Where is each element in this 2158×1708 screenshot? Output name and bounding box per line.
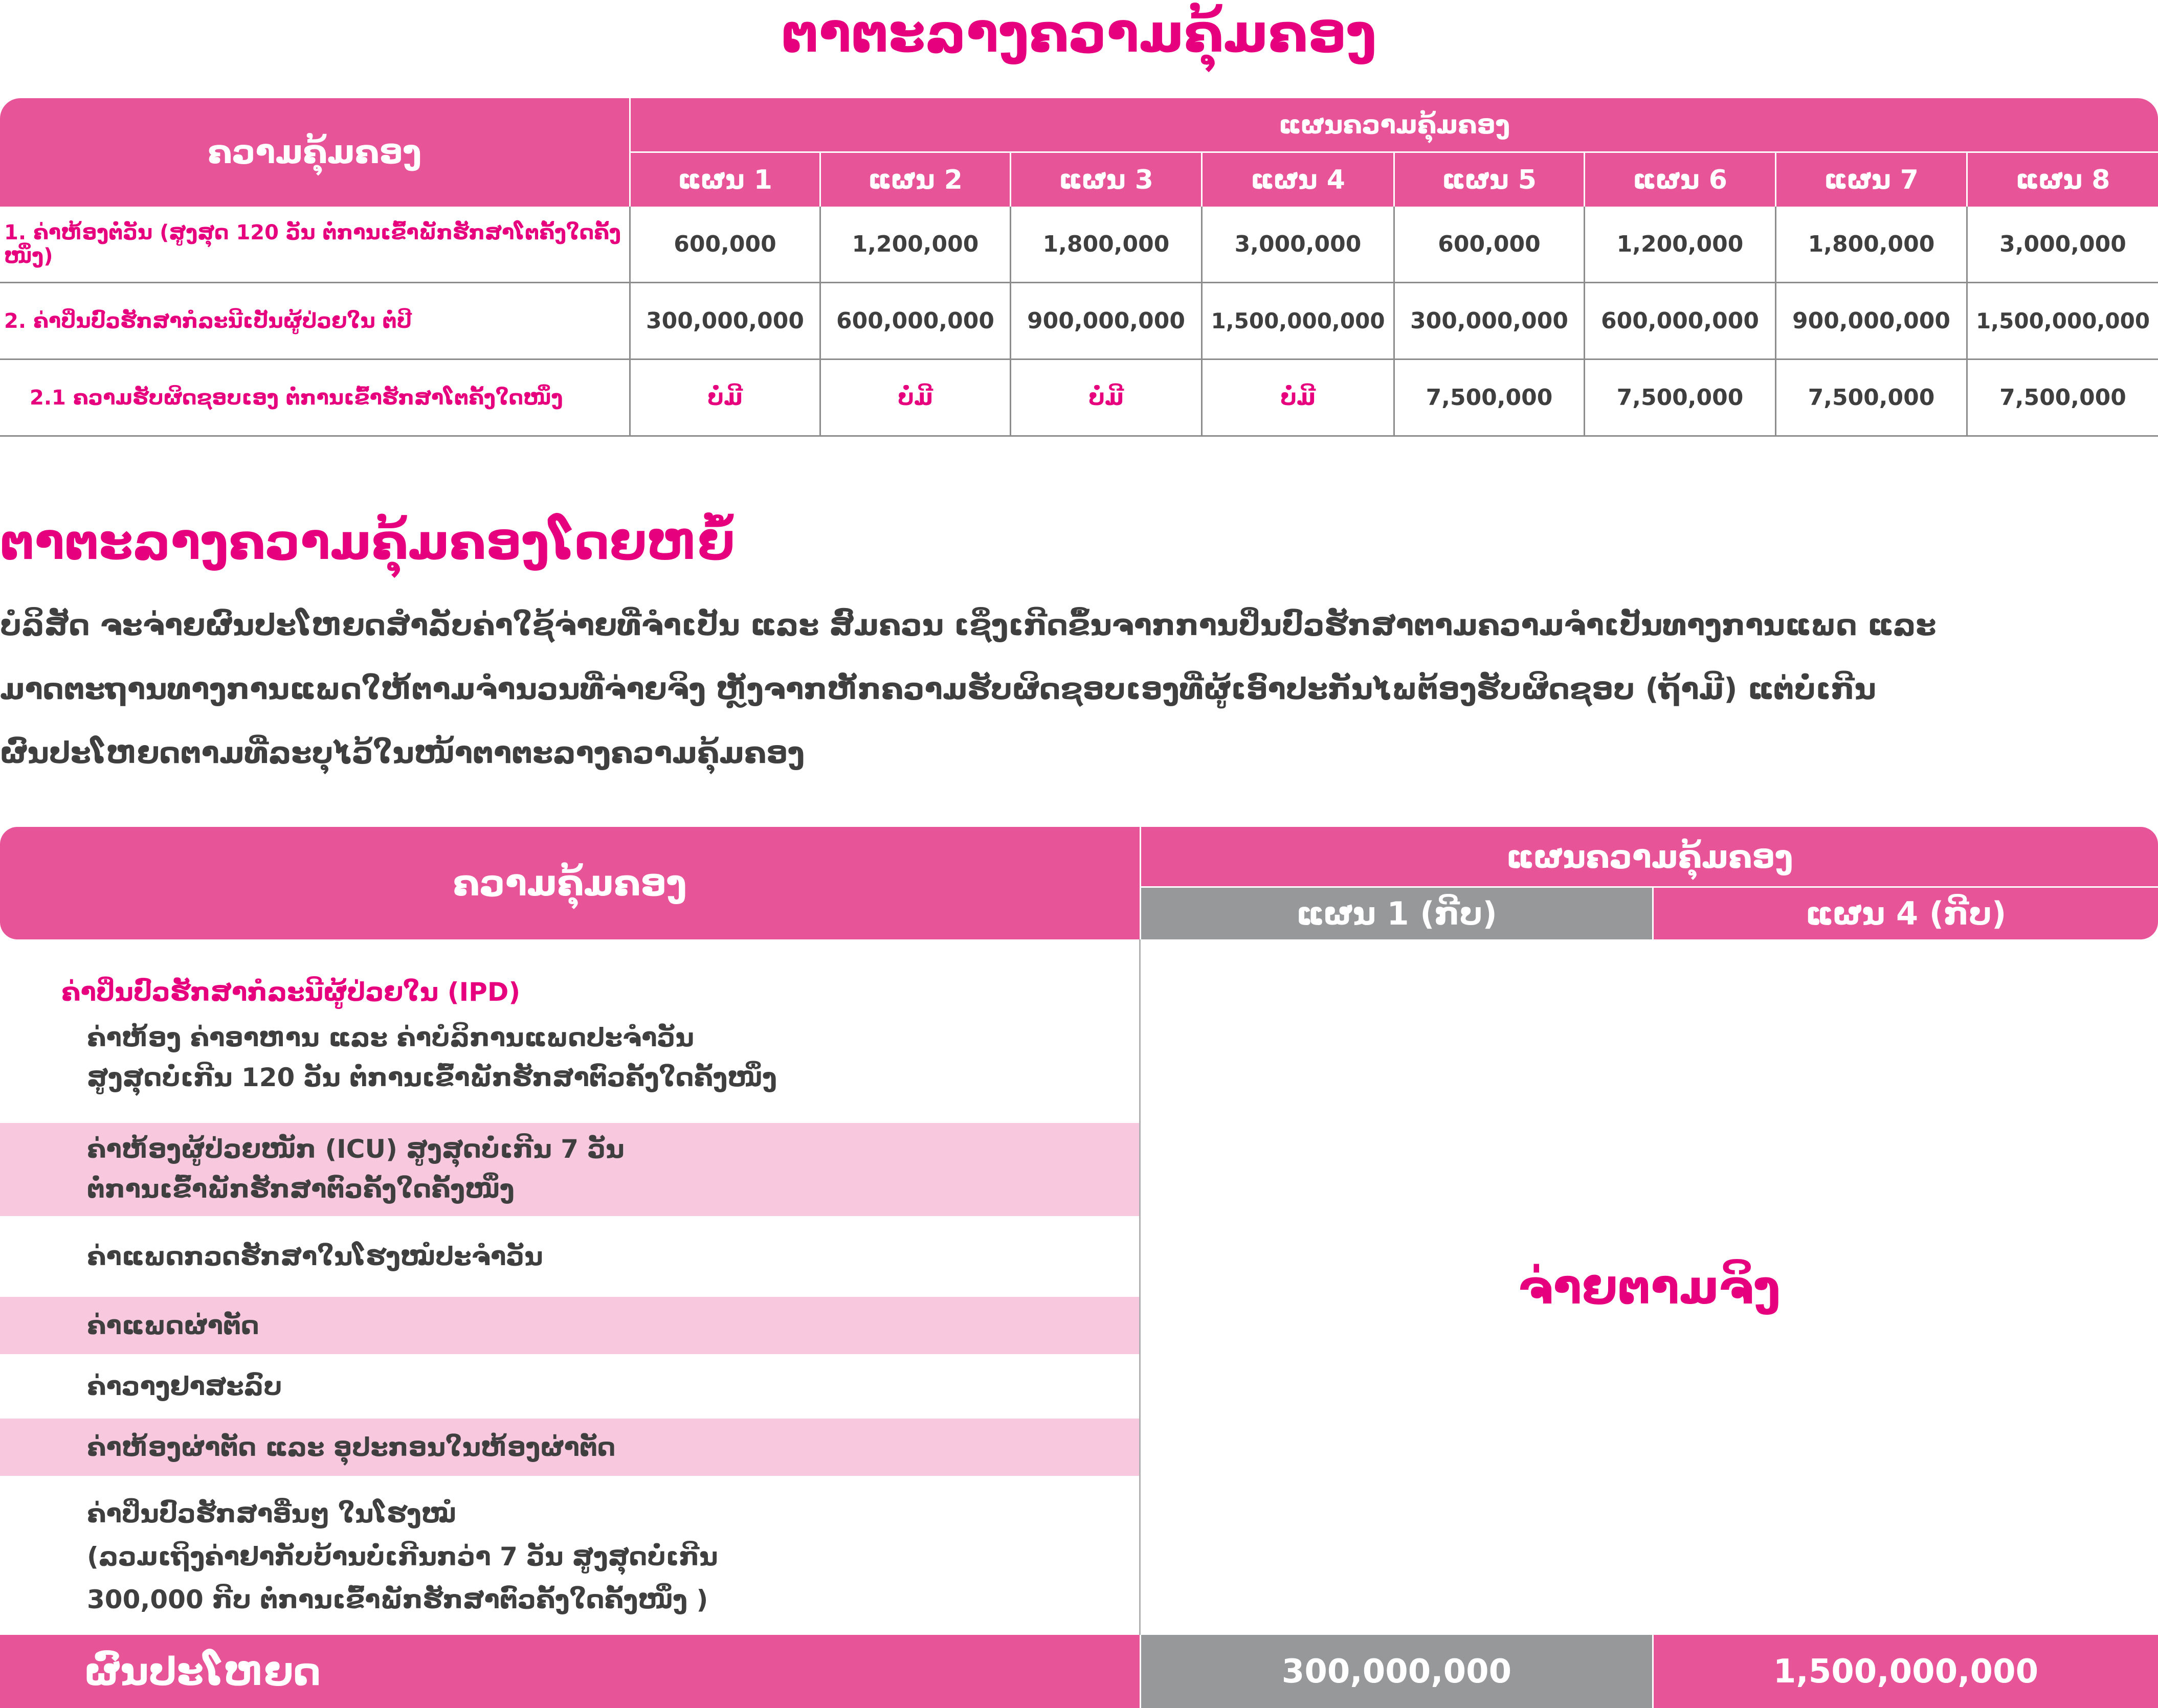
paragraph-line: ບໍລິສັດ ຈະຈ່າຍຜົນປະໂຫຍດສໍາລັບຄ່າໃຊ້ຈ່າຍທ… [0, 608, 1937, 642]
item-line: ຄ່າຫ້ອງຜູ້ປ່ວຍໜັກ (ICU) ສູງສຸດບໍ່ເກີນ 7 … [87, 1134, 625, 1164]
table-cell: 3,000,000 [1201, 207, 1393, 282]
item-line: 300,000 ກີບ ຕໍ່ການເຂົ້າພັກຮັກສາຕົວຄັ້ງໃດ… [87, 1585, 708, 1614]
benefit-label: ຜົນປະໂຫຍດ [0, 1635, 1140, 1708]
table-cell: ບໍ່ມີ [1201, 360, 1393, 435]
table-cell: 1,800,000 [1010, 207, 1201, 282]
benefit-plan-b: 1,500,000,000 [1652, 1635, 2158, 1708]
plan-group-header: ແຜນຄວາມຄຸ້ມຄອງ [1140, 827, 2158, 886]
plan-b-header: ແຜນ 4 (ກີບ) [1652, 886, 2158, 939]
table-cell: ບໍ່ມີ [1010, 360, 1201, 435]
table-cell: ບໍ່ມີ [629, 360, 819, 435]
item-line: (ລວມເຖິງຄ່າຢາກັບບ້ານບໍ່ເກີນກວ່າ 7 ວັນ ສູ… [87, 1542, 718, 1571]
table-cell: 300,000,000 [1393, 283, 1584, 358]
item-line: ຄ່າແພດຜ່າຕັດ [87, 1311, 259, 1340]
plan-header: ແຜນ 1 [629, 151, 819, 207]
table-row: 2.1 ຄວາມຮັບຜິດຊອບເອງ ຕໍ່ການເຂົ້າຮັກສາໂຕຄ… [0, 360, 2158, 437]
table-cell: 600,000,000 [819, 283, 1010, 358]
plan-header: ແຜນ 8 [1966, 151, 2158, 207]
table-cell: ບໍ່ມີ [819, 360, 1010, 435]
coverage-item: ຄ່າແພດຜ່າຕັດ [0, 1297, 1140, 1354]
item-line: ຄ່າຫ້ອງ ຄ່າອາຫານ ແລະ ຄ່າບໍລິການແພດປະຈໍາວ… [87, 1023, 694, 1052]
table-cell: 900,000,000 [1775, 283, 1966, 358]
item-line: ຄ່າແພດກວດຮັກສາໃນໂຮງໝໍປະຈໍາວັນ [87, 1242, 543, 1271]
coverage-header: ຄວາມຄຸ້ມຄອງ [453, 862, 687, 904]
plan-header: ແຜນ 4 [1201, 151, 1393, 207]
table-cell: 1,800,000 [1775, 207, 1966, 282]
ipd-title: ຄ່າປິ່ນປົວຮັກສາກໍລະນີຜູ້ປ່ວຍໃນ (IPD) [61, 977, 521, 1007]
row-label: 1. ຄ່າຫ້ອງຕໍ່ວັນ (ສູງສຸດ 120 ວັນ ຕໍ່ການເ… [4, 220, 621, 268]
coverage-header: ຄວາມຄຸ້ມຄອງ [207, 133, 422, 171]
table-cell: 7,500,000 [1584, 360, 1775, 435]
table-cell: 7,500,000 [1393, 360, 1584, 435]
plan-header: ແຜນ 2 [819, 151, 1010, 207]
table-cell: 600,000,000 [1584, 283, 1775, 358]
row-label: 2.1 ຄວາມຮັບຜິດຊອບເອງ ຕໍ່ການເຂົ້າຮັກສາໂຕຄ… [30, 386, 563, 410]
item-line: ຄ່າຫ້ອງຜ່າຕັດ ແລະ ອຸປະກອນໃນຫ້ອງຜ່າຕັດ [87, 1432, 616, 1462]
plan-a-header: ແຜນ 1 (ກີບ) [1140, 886, 1652, 939]
item-line: ຄ່າວາງຢາສະລົບ [87, 1372, 282, 1401]
item-line: ສູງສຸດບໍ່ເກີນ 120 ວັນ ຕໍ່ການເຂົ້າພັກຮັກສ… [87, 1063, 777, 1092]
table-cell: 7,500,000 [1966, 360, 2158, 435]
coverage-item: ຄ່າປິ່ນປົວຮັກສາອື່ນໆ ໃນໂຮງໝໍ (ລວມເຖິງຄ່າ… [0, 1492, 1140, 1620]
plan-header: ແຜນ 6 [1584, 151, 1775, 207]
table-cell: 1,500,000,000 [1201, 283, 1393, 358]
plan-header: ແຜນ 7 [1775, 151, 1966, 207]
table-cell: 600,000 [629, 207, 819, 282]
table-cell: 1,500,000,000 [1966, 283, 2158, 358]
table-cell: 900,000,000 [1010, 283, 1201, 358]
coverage-item: ຄ່າຫ້ອງ ຄ່າອາຫານ ແລະ ຄ່າບໍລິການແພດປະຈໍາວ… [0, 1018, 1140, 1099]
table-cell: 3,000,000 [1966, 207, 2158, 282]
table-cell: 7,500,000 [1775, 360, 1966, 435]
table-cell: 600,000 [1393, 207, 1584, 282]
plan-header: ແຜນ 3 [1010, 151, 1201, 207]
coverage-item: ຄ່າແພດກວດຮັກສາໃນໂຮງໝໍປະຈໍາວັນ [0, 1216, 1140, 1297]
plan-group-header: ແຜນຄວາມຄຸ້ມຄອງ [629, 98, 2158, 151]
plan-header: ແຜນ 5 [1393, 151, 1584, 207]
paragraph-line: ມາດຕະຖານທາງການແພດໃຫ້ຕາມຈໍານວນທີ່ຈ່າຍຈິງ … [0, 671, 1876, 706]
table-cell: 1,200,000 [819, 207, 1010, 282]
item-line: ຄ່າປິ່ນປົວຮັກສາອື່ນໆ ໃນໂຮງໝໍ [87, 1499, 456, 1529]
table-cell: 1,200,000 [1584, 207, 1775, 282]
table-row: 2. ຄ່າປິ່ນປົວຮັກສາກໍລະນີເປັນຜູ້ປ່ວຍໃນ ຕໍ… [0, 283, 2158, 360]
benefit-plan-a: 300,000,000 [1140, 1635, 1652, 1708]
coverage-item: ຄ່າວາງຢາສະລົບ [0, 1354, 1140, 1419]
actual-pay-text: ຈ່າຍຕາມຈິງ [1518, 1260, 1781, 1315]
coverage-item: ຄ່າຫ້ອງຜູ້ປ່ວຍໜັກ (ICU) ສູງສຸດບໍ່ເກີນ 7 … [0, 1123, 1140, 1216]
row-label: 2. ຄ່າປິ່ນປົວຮັກສາກໍລະນີເປັນຜູ້ປ່ວຍໃນ ຕໍ… [4, 309, 412, 333]
summary-title: ຕາຕະລາງຄວາມຄຸ້ມຄອງໂດຍຫຍໍ້ [0, 513, 735, 571]
table-cell: 300,000,000 [629, 283, 819, 358]
summary-paragraph: ບໍລິສັດ ຈະຈ່າຍຜົນປະໂຫຍດສໍາລັບຄ່າໃຊ້ຈ່າຍທ… [0, 593, 2123, 785]
item-line: ຕໍ່ການເຂົ້າພັກຮັກສາຕົວຄັ້ງໃດຄັ້ງໜຶ່ງ [87, 1174, 515, 1204]
page-title: ຕາຕະລາງຄວາມຄຸ້ມຄອງ [781, 2, 1377, 64]
coverage-item: ຄ່າຫ້ອງຜ່າຕັດ ແລະ ອຸປະກອນໃນຫ້ອງຜ່າຕັດ [0, 1419, 1140, 1476]
paragraph-line: ຜົນປະໂຫຍດຕາມທີ່ລະບຸໄວ້ໃນໜ້າຕາຕະລາງຄວາມຄຸ… [0, 735, 805, 770]
table-row: 1. ຄ່າຫ້ອງຕໍ່ວັນ (ສູງສຸດ 120 ວັນ ຕໍ່ການເ… [0, 207, 2158, 283]
